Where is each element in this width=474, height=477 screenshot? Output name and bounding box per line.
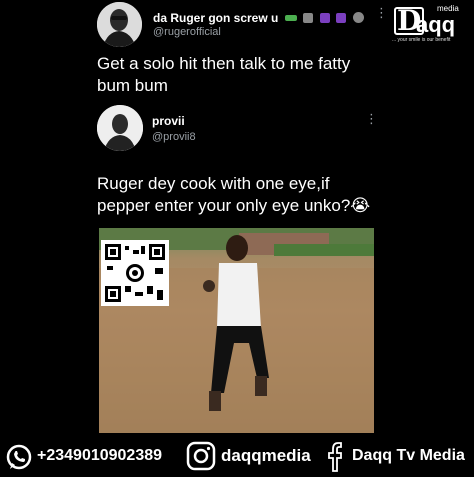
facebook-icon[interactable] bbox=[325, 440, 345, 472]
instagram-icon[interactable] bbox=[185, 440, 217, 472]
emoji-icon bbox=[303, 12, 314, 23]
reply-avatar[interactable] bbox=[97, 105, 143, 151]
reply-photo[interactable] bbox=[99, 228, 374, 433]
more-icon[interactable]: ⋮ bbox=[375, 6, 388, 19]
author-name: da Ruger gon screw u bbox=[153, 11, 279, 25]
reply-author-handle[interactable]: @provii8 bbox=[152, 131, 196, 143]
gun-emoji-icon bbox=[284, 14, 297, 21]
reply-author-name: provii bbox=[152, 114, 185, 128]
footer-facebook: Daqq Tv Media bbox=[352, 447, 465, 464]
author-avatar[interactable] bbox=[97, 2, 142, 47]
reply-text: Ruger dey cook with one eye,if pepper en… bbox=[97, 174, 371, 215]
post-text: Get a solo hit then talk to me fatty bum… bbox=[97, 54, 351, 95]
whatsapp-icon[interactable] bbox=[4, 442, 34, 472]
symbol-emoji-icon bbox=[319, 12, 330, 23]
verified-badge-icon bbox=[352, 12, 364, 24]
author-name-row: da Ruger gon screw u bbox=[153, 9, 364, 27]
logo-brand: aqq bbox=[416, 12, 456, 37]
author-handle[interactable]: @rugerofficial bbox=[153, 26, 221, 38]
logo-tagline: ... your smile is our benefit bbox=[392, 37, 451, 43]
daqq-media-logo: media D aqq ... your smile is our benefi… bbox=[392, 4, 472, 44]
photo-scene bbox=[99, 228, 374, 433]
reply-avatar-portrait bbox=[97, 105, 143, 151]
reply-more-icon[interactable]: ⋮ bbox=[365, 112, 378, 125]
name-emoji-icons bbox=[283, 9, 351, 26]
qr-code-icon bbox=[101, 240, 169, 306]
avatar-portrait bbox=[97, 2, 142, 47]
footer-phone: +2349010902389 bbox=[37, 447, 163, 464]
footer-instagram: daqqmedia bbox=[221, 446, 311, 465]
symbol-emoji-icon-2 bbox=[336, 12, 347, 23]
